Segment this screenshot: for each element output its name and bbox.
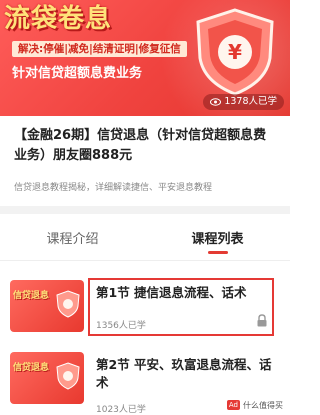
lesson-item[interactable]: 信贷退息 第1节 捷信退息流程、话术 1356人已学 — [0, 274, 290, 340]
tab-course-intro[interactable]: 课程介绍 — [0, 214, 145, 260]
thumbnail-title: 信贷退息 — [13, 291, 50, 301]
lesson-learner-count: 1023人已学 — [96, 405, 146, 415]
course-title: 【金融26期】信贷退息（针对信贷超额息费业务）朋友圈888元 — [14, 128, 267, 163]
course-tabs: 课程介绍 课程列表 — [0, 214, 290, 260]
tabs-divider — [0, 260, 290, 261]
learner-count: 1378人已学 — [224, 96, 277, 107]
svg-text:¥: ¥ — [228, 40, 242, 64]
lock-icon — [257, 314, 267, 327]
lesson-title: 第1节 捷信退息流程、话术 — [96, 285, 247, 300]
shield-icon: ¥ — [196, 8, 274, 96]
learner-count-badge: 1378人已学 — [203, 94, 284, 110]
shield-icon — [56, 290, 80, 318]
banner-title: 流袋卷息 — [4, 4, 113, 34]
thumbnail-title: 信贷退息 — [13, 363, 50, 373]
eye-icon — [210, 98, 222, 106]
watermark-text: 什么值得买 — [243, 400, 283, 410]
banner-subtitle: 针对信贷超额息费业务 — [12, 66, 143, 81]
shield-icon — [56, 362, 80, 390]
course-banner: 流袋卷息 解决:停催|减免|结清证明|修复征信 针对信贷超额息费业务 ¥ 137… — [0, 0, 290, 116]
tab-course-list[interactable]: 课程列表 — [145, 214, 290, 260]
watermark-badge: Ad — [226, 400, 240, 410]
watermark: Ad 什么值得买 — [223, 398, 286, 412]
lesson-learner-count: 1356人已学 — [96, 321, 146, 331]
tab-label: 课程介绍 — [46, 231, 99, 247]
tab-label: 课程列表 — [191, 231, 244, 247]
course-description: 信贷退息教程揭秘，详细解读捷信、平安退息教程 — [14, 183, 213, 193]
lesson-thumbnail: 信贷退息 — [10, 280, 84, 332]
active-tab-indicator — [207, 251, 228, 254]
section-divider — [0, 206, 290, 214]
banner-tagline: 解决:停催|减免|结清证明|修复征信 — [12, 41, 187, 57]
lesson-title: 第2节 平安、玖富退息流程、话术 — [96, 357, 272, 390]
lesson-thumbnail: 信贷退息 — [10, 352, 84, 404]
